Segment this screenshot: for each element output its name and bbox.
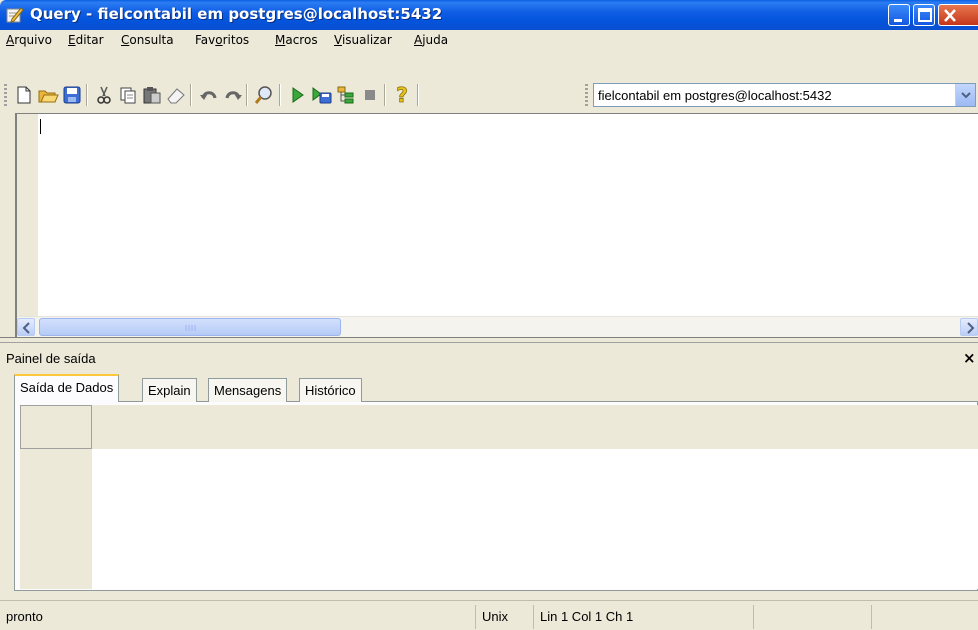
status-empty-cell — [753, 605, 871, 629]
output-pane-title: Painel de saída — [6, 351, 96, 366]
menu-ajuda[interactable]: Ajuda — [414, 33, 448, 47]
tab-historico[interactable]: Histórico — [299, 378, 362, 402]
toolbar-separator — [279, 84, 281, 106]
toolbar-grip[interactable] — [585, 84, 588, 106]
minimize-button[interactable] — [888, 4, 910, 26]
menu-favoritos[interactable]: Favoritos — [195, 33, 249, 47]
undo-icon[interactable] — [198, 84, 220, 106]
grid-corner-cell[interactable] — [20, 405, 92, 449]
toolbar-separator — [384, 84, 386, 106]
execute-icon[interactable] — [287, 84, 309, 106]
chevron-down-icon[interactable] — [955, 84, 975, 106]
copy-icon[interactable] — [117, 84, 139, 106]
paste-icon[interactable] — [141, 84, 163, 106]
menu-consulta[interactable]: Consulta — [121, 33, 174, 47]
execute-to-file-icon[interactable] — [311, 84, 333, 106]
menu-bar: Arquivo Editar Consulta Favoritos Macros… — [0, 30, 978, 50]
maximize-button[interactable] — [913, 4, 935, 26]
tab-explain[interactable]: Explain — [142, 378, 197, 402]
status-cursor-position: Lin 1 Col 1 Ch 1 — [533, 605, 753, 629]
close-button[interactable] — [938, 4, 978, 26]
editor-gutter — [17, 114, 38, 317]
cut-icon[interactable] — [93, 84, 115, 106]
tab-mensagens[interactable]: Mensagens — [208, 378, 288, 402]
sql-editor[interactable] — [17, 113, 978, 317]
data-grid[interactable] — [20, 405, 978, 589]
svg-text:?: ? — [396, 84, 408, 106]
find-icon[interactable] — [253, 84, 275, 106]
scroll-right-button[interactable] — [960, 318, 978, 336]
pane-splitter[interactable] — [0, 337, 978, 343]
toolbar-grip[interactable] — [4, 84, 7, 106]
query-window: Query - fielcontabil em postgres@localho… — [0, 0, 978, 630]
window-title: Query - fielcontabil em postgres@localho… — [30, 5, 443, 23]
toolbar-separator — [86, 84, 88, 106]
status-line-ending: Unix — [475, 605, 533, 629]
status-text: pronto — [6, 609, 43, 624]
eraser-icon[interactable] — [165, 84, 187, 106]
close-icon[interactable]: × — [963, 349, 976, 367]
save-icon[interactable] — [61, 84, 83, 106]
menu-arquivo[interactable]: Arquivo — [6, 33, 52, 47]
output-pane-header: Painel de saída × — [0, 345, 978, 371]
toolbar-separator — [417, 84, 419, 106]
query-tool-icon — [6, 6, 24, 24]
redo-icon[interactable] — [222, 84, 244, 106]
menu-macros[interactable]: Macros — [275, 33, 318, 47]
grid-row-header — [20, 449, 92, 589]
toolbar-separator — [246, 84, 248, 106]
connection-value: fielcontabil em postgres@localhost:5432 — [598, 88, 832, 103]
editor-horizontal-scrollbar[interactable] — [17, 316, 978, 337]
menu-editar[interactable]: Editar — [68, 33, 104, 47]
grid-column-header — [92, 405, 978, 449]
status-bar: pronto Unix Lin 1 Col 1 Ch 1 — [0, 600, 978, 630]
menu-visualizar[interactable]: Visualizar — [334, 33, 392, 47]
text-caret — [40, 119, 41, 134]
status-empty-cell — [871, 605, 978, 629]
connection-select[interactable]: fielcontabil em postgres@localhost:5432 — [593, 83, 976, 107]
title-bar[interactable]: Query - fielcontabil em postgres@localho… — [0, 0, 978, 30]
new-file-icon[interactable] — [13, 84, 35, 106]
help-icon[interactable]: ? — [391, 83, 413, 108]
scroll-thumb[interactable] — [39, 318, 341, 336]
explain-icon[interactable] — [335, 84, 357, 106]
stop-icon[interactable] — [359, 84, 381, 106]
toolbar-separator — [190, 84, 192, 106]
scroll-left-button[interactable] — [17, 318, 35, 336]
tab-saida-de-dados[interactable]: Saída de Dados — [14, 374, 120, 402]
open-folder-icon[interactable] — [37, 84, 59, 106]
